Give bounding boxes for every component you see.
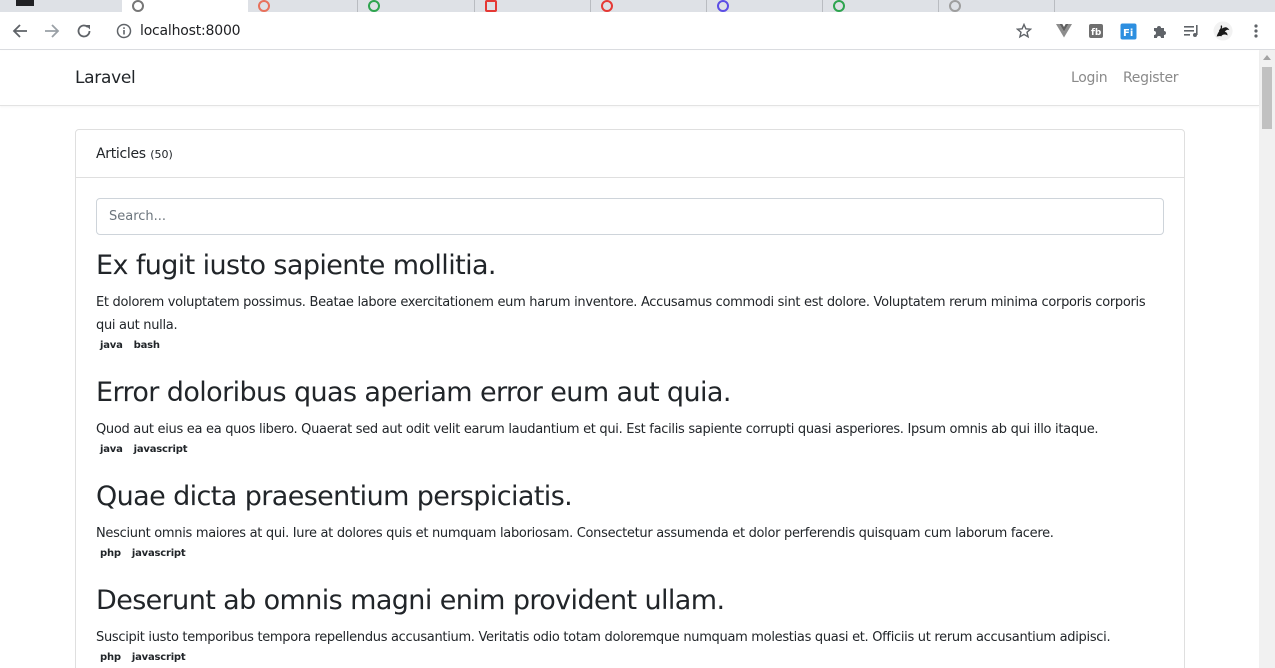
extension-button[interactable]: Fi: [1118, 21, 1138, 41]
page-scrollbar[interactable]: [1259, 50, 1275, 668]
loading-icon: [132, 0, 144, 12]
tag-badge[interactable]: bash: [130, 340, 164, 351]
tab-favicon-icon: [485, 0, 497, 12]
tag-badge[interactable]: javascript: [128, 652, 190, 663]
article-tags: php javascript: [96, 652, 1166, 663]
login-link[interactable]: Login: [1071, 70, 1108, 86]
tag-badge[interactable]: java: [96, 340, 127, 351]
browser-tab[interactable]: [707, 0, 823, 12]
articles-card: Articles (50) Ex fugit iusto sapiente mo…: [75, 129, 1185, 668]
vue-devtools-extension[interactable]: [1054, 21, 1074, 41]
browser-tab[interactable]: [248, 0, 358, 12]
forward-arrow-icon: [45, 24, 60, 38]
media-control-button[interactable]: [1181, 21, 1201, 41]
reload-icon: [77, 24, 91, 38]
tab-favicon-icon: [717, 0, 729, 12]
article-body: Et dolorem voluptatem possimus. Beatae l…: [96, 295, 1146, 333]
browser-tab-active[interactable]: [122, 0, 248, 12]
profile-avatar-button[interactable]: [1213, 21, 1233, 41]
browser-tab[interactable]: [358, 0, 475, 12]
tab-favicon-icon: [258, 0, 270, 12]
reload-button[interactable]: [72, 19, 96, 43]
article-item: Error doloribus quas aperiam error eum a…: [96, 377, 1166, 455]
article-tags: php javascript: [96, 548, 1166, 559]
extension-logo-icon: Fi: [1120, 23, 1136, 39]
article-item: Deserunt ab omnis magni enim provident u…: [96, 585, 1166, 663]
card-title: Articles: [96, 146, 146, 162]
tab-favicon-icon: [368, 0, 380, 12]
browser-tab[interactable]: [939, 0, 1055, 12]
article-count: (50): [150, 148, 173, 161]
back-button[interactable]: [8, 19, 32, 43]
back-arrow-icon: [12, 24, 27, 38]
info-icon[interactable]: [116, 23, 132, 39]
bookmark-star-button[interactable]: [1014, 21, 1034, 41]
tab-favicon-icon: [833, 0, 845, 12]
browser-tab[interactable]: [475, 0, 591, 12]
article-body: Nesciunt omnis maiores at qui. Iure at d…: [96, 526, 1054, 541]
article-tags: java javascript: [96, 444, 1166, 455]
avatar-icon: [1213, 21, 1233, 41]
scroll-up-arrow-icon[interactable]: [1263, 55, 1271, 60]
article-tags: java bash: [96, 340, 1166, 351]
address-bar[interactable]: localhost:8000: [140, 23, 241, 39]
extension-logo-icon: fb: [1089, 24, 1103, 38]
svg-text:Fi: Fi: [1123, 28, 1133, 39]
register-link[interactable]: Register: [1123, 70, 1179, 86]
more-vertical-icon: [1254, 24, 1258, 38]
article-body: Suscipit iusto temporibus tempora repell…: [96, 630, 1111, 645]
extensions-menu-button[interactable]: [1150, 21, 1170, 41]
tag-badge[interactable]: javascript: [130, 444, 192, 455]
browser-toolbar: localhost:8000 fb Fi: [0, 12, 1275, 50]
tag-badge[interactable]: java: [96, 444, 127, 455]
vue-icon: [1056, 24, 1072, 38]
article-item: Quae dicta praesentium perspiciatis. Nes…: [96, 481, 1166, 559]
scrollbar-thumb[interactable]: [1262, 67, 1272, 129]
tag-badge[interactable]: php: [96, 548, 125, 559]
extension-button[interactable]: fb: [1086, 21, 1106, 41]
card-header: Articles (50): [76, 130, 1184, 178]
tag-badge[interactable]: php: [96, 652, 125, 663]
tag-badge[interactable]: javascript: [128, 548, 190, 559]
browser-menu-button[interactable]: [1246, 21, 1266, 41]
search-input[interactable]: [96, 198, 1164, 235]
svg-text:fb: fb: [1091, 28, 1102, 38]
article-title[interactable]: Error doloribus quas aperiam error eum a…: [96, 377, 1166, 409]
forward-button[interactable]: [40, 19, 64, 43]
browser-tab[interactable]: [591, 0, 707, 12]
playlist-icon: [1183, 25, 1198, 37]
article-body: Quod aut eius ea ea quos libero. Quaerat…: [96, 422, 1099, 437]
article-title[interactable]: Quae dicta praesentium perspiciatis.: [96, 481, 1166, 513]
tab-favicon-icon: [16, 0, 34, 6]
article-title[interactable]: Ex fugit iusto sapiente mollitia.: [96, 250, 1166, 282]
browser-tab-strip: [0, 0, 1275, 12]
tab-favicon-icon: [949, 0, 961, 12]
puzzle-piece-icon: [1154, 26, 1166, 38]
brand-link[interactable]: Laravel: [75, 68, 136, 88]
app-navbar: Laravel Login Register: [0, 51, 1259, 106]
article-item: Ex fugit iusto sapiente mollitia. Et dol…: [96, 250, 1166, 351]
star-icon: [1016, 23, 1032, 39]
browser-tab[interactable]: [823, 0, 939, 12]
tab-favicon-icon: [601, 0, 613, 12]
article-title[interactable]: Deserunt ab omnis magni enim provident u…: [96, 585, 1166, 617]
